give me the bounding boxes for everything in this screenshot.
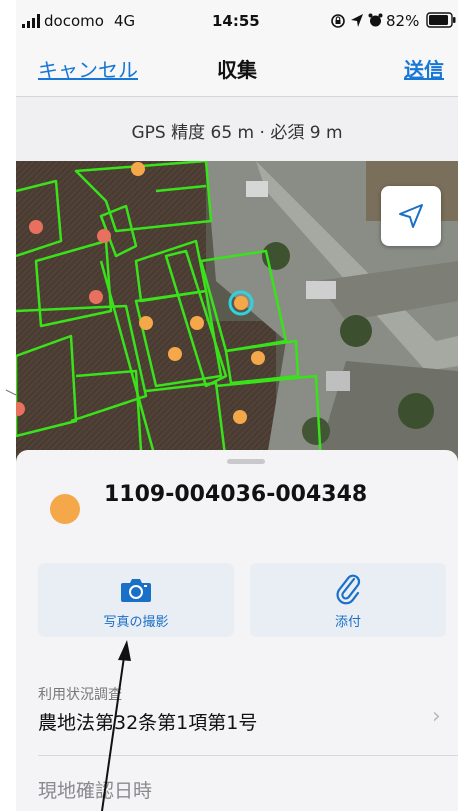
feature-symbol bbox=[50, 494, 80, 524]
location-arrow-icon bbox=[351, 14, 363, 27]
row-divider bbox=[38, 755, 458, 756]
clock: 14:55 bbox=[212, 12, 260, 30]
send-button[interactable]: 送信 bbox=[404, 54, 444, 83]
screen-lock-icon bbox=[331, 14, 345, 28]
usage-survey-value: 農地法第32条第1項第1号 bbox=[38, 712, 258, 734]
carrier-name: docomo bbox=[44, 12, 104, 30]
navigation-bar: キャンセル 収集 送信 bbox=[16, 42, 458, 97]
phone-screen: docomo 4G 14:55 82% キャンセル 収集 送信 GPS 精度 6… bbox=[16, 0, 458, 811]
usage-survey-label: 利用状況調査 bbox=[38, 687, 122, 703]
battery-icon bbox=[426, 12, 456, 28]
network-type: 4G bbox=[114, 12, 136, 30]
gps-accuracy-text: GPS 精度 65 m · 必須 9 m bbox=[131, 123, 343, 143]
chevron-right-icon: › bbox=[432, 704, 441, 729]
page-title: 収集 bbox=[217, 58, 257, 82]
attach-label: 添付 bbox=[334, 615, 361, 630]
battery-percent: 82% bbox=[386, 12, 420, 30]
take-photo-button[interactable]: 写真の撮影 bbox=[38, 563, 234, 637]
camera-icon bbox=[121, 579, 151, 602]
locate-me-button[interactable] bbox=[381, 186, 441, 246]
site-check-datetime-label[interactable]: 現地確認日時 bbox=[38, 776, 152, 803]
location-arrow-icon bbox=[399, 204, 423, 228]
signal-bars-icon bbox=[22, 14, 40, 28]
attach-button[interactable]: 添付 bbox=[250, 563, 446, 637]
feature-id: 1109-004036-004348 bbox=[104, 482, 368, 507]
paperclip-icon bbox=[336, 574, 361, 605]
alarm-icon bbox=[368, 13, 383, 27]
take-photo-label: 写真の撮影 bbox=[103, 615, 169, 630]
gps-accuracy-banner: GPS 精度 65 m · 必須 9 m bbox=[16, 97, 458, 161]
feature-sheet: 1109-004036-004348 写真の撮影 添付 利用状況調査 農地法第3… bbox=[16, 450, 458, 811]
status-bar: docomo 4G 14:55 82% bbox=[16, 0, 458, 42]
sheet-grabber[interactable] bbox=[227, 459, 265, 464]
